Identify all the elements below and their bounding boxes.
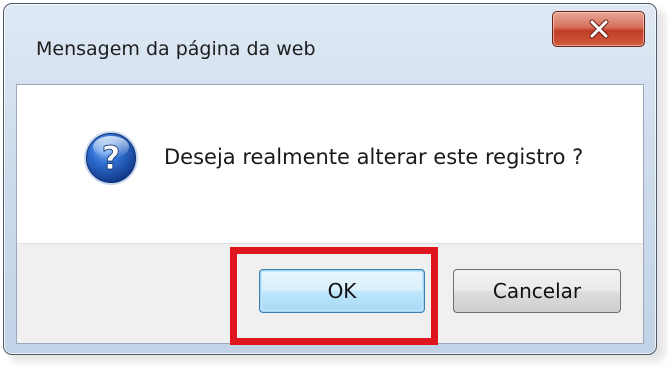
title-bar[interactable]: Mensagem da página da web — [4, 4, 656, 76]
ok-button[interactable]: OK — [259, 269, 425, 313]
svg-text:?: ? — [102, 139, 121, 177]
question-icon: ? — [84, 131, 138, 185]
close-icon — [589, 19, 608, 39]
cancel-button[interactable]: Cancelar — [453, 269, 621, 313]
dialog-content: ? Deseja realmente alterar este registro… — [16, 84, 644, 344]
dialog-title: Mensagem da página da web — [36, 38, 316, 60]
dialog-window: Mensagem da página da web ? Deseja realm… — [3, 3, 657, 355]
close-button[interactable] — [552, 11, 645, 47]
message-area: ? Deseja realmente alterar este registro… — [17, 85, 643, 243]
button-bar: OK Cancelar — [17, 243, 643, 343]
dialog-message: Deseja realmente alterar este registro ? — [164, 145, 584, 169]
